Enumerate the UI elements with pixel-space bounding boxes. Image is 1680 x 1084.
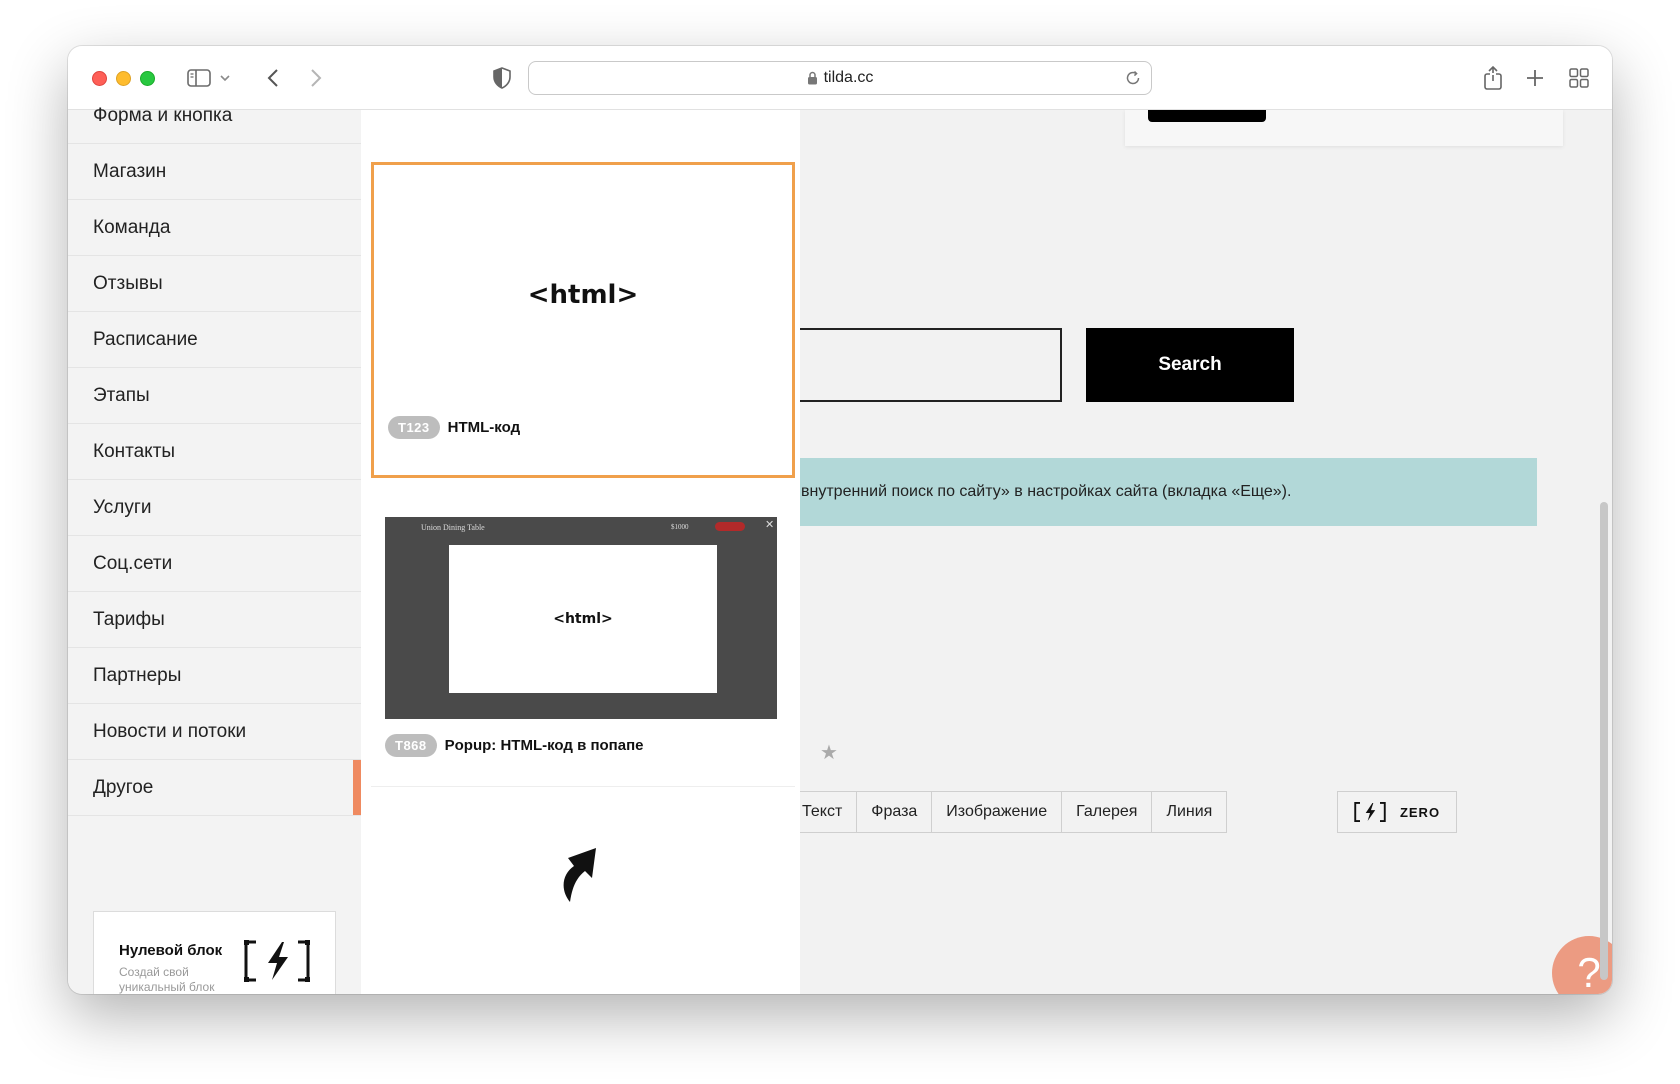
block-preview: <html>: [527, 280, 639, 310]
url-text: tilda.cc: [823, 69, 874, 86]
plus-icon[interactable]: [1524, 65, 1546, 91]
sidebar-item-label: Магазин: [93, 160, 167, 182]
arrow-cursor-icon: [558, 844, 598, 906]
block-list-panel: <html> T123 HTML-код Union Dining Table …: [361, 110, 800, 994]
sidebar-item-label: Услуги: [93, 496, 152, 518]
sidebar-item-team[interactable]: Команда: [68, 200, 361, 256]
block-code-badge: T868: [385, 734, 437, 757]
sidebar-item-partners[interactable]: Партнеры: [68, 648, 361, 704]
preview-buy-pill: [715, 522, 745, 531]
sidebar-item-label: Команда: [93, 216, 171, 238]
sidebar-item-social[interactable]: Соц.сети: [68, 536, 361, 592]
tab-overview-icon[interactable]: [1567, 65, 1591, 91]
zero-block-subtitle: Создай свой уникальный блок: [119, 965, 215, 994]
preview-product-title: Union Dining Table: [421, 523, 485, 532]
block-tools-bar: Текст Фраза Изображение Галерея Линия: [800, 791, 1228, 833]
preview-html-text: <html>: [449, 545, 717, 693]
page-preview: Search внутренний поиск по сайту» в наст…: [800, 110, 1612, 994]
sidebar-item-label: Другое: [93, 776, 154, 798]
block-preview: Union Dining Table $1000 ✕ <html>: [385, 517, 777, 719]
page-scrollbar[interactable]: [1600, 502, 1608, 980]
shield-icon[interactable]: [491, 65, 513, 91]
sidebar-item-steps[interactable]: Этапы: [68, 368, 361, 424]
share-icon[interactable]: [1481, 65, 1505, 91]
sidebar-item-other[interactable]: Другое: [68, 760, 361, 816]
sidebar-item-label: Партнеры: [93, 664, 182, 686]
tool-phrase-button[interactable]: Фраза: [856, 791, 933, 833]
preview-product-price: $1000: [671, 523, 689, 531]
minimize-window-button[interactable]: [116, 71, 131, 86]
sidebar-item-form-and-button[interactable]: Форма и кнопка: [68, 88, 361, 144]
sidebar-item-news[interactable]: Новости и потоки: [68, 704, 361, 760]
block-name: HTML-код: [447, 419, 521, 436]
block-code-badge: T123: [388, 416, 440, 439]
block-card-label: T868 Popup: HTML-код в попапе: [385, 734, 644, 757]
lock-icon: [807, 71, 818, 85]
sidebar-item-label: Тарифы: [93, 608, 165, 630]
lightning-frame-icon: [244, 940, 310, 986]
sidebar-item-label: Отзывы: [93, 272, 163, 294]
sidebar-item-pricing[interactable]: Тарифы: [68, 592, 361, 648]
sidebar-item-label: Этапы: [93, 384, 150, 406]
sidebar-item-schedule[interactable]: Расписание: [68, 312, 361, 368]
notice-banner: внутренний поиск по сайту» в настройках …: [800, 458, 1537, 526]
sidebar-item-label: Форма и кнопка: [93, 104, 233, 126]
sidebar-item-reviews[interactable]: Отзывы: [68, 256, 361, 312]
sidebar-item-label: Расписание: [93, 328, 198, 350]
zero-button-label: ZERO: [1399, 804, 1441, 820]
zero-button[interactable]: ZERO: [1337, 791, 1457, 833]
zero-block-title: Нулевой блок: [119, 942, 223, 959]
reload-icon[interactable]: [1125, 70, 1141, 91]
sidebar-item-label: Контакты: [93, 440, 176, 462]
zoom-window-button[interactable]: [140, 71, 155, 86]
sidebar-item-contacts[interactable]: Контакты: [68, 424, 361, 480]
block-card-t868[interactable]: Union Dining Table $1000 ✕ <html> T868 P…: [371, 501, 795, 791]
block-card-t123[interactable]: <html> T123 HTML-код: [371, 162, 795, 478]
close-icon: ✕: [765, 518, 775, 531]
zero-block-card[interactable]: Нулевой блок Создай свой уникальный блок: [93, 911, 336, 994]
block-category-sidebar: Форма и кнопка Магазин Команда Отзывы Ра…: [68, 105, 361, 994]
block-name: Popup: HTML-код в попапе: [444, 737, 644, 754]
tool-line-button[interactable]: Линия: [1151, 791, 1228, 833]
close-window-button[interactable]: [92, 71, 107, 86]
sidebar-item-label: Новости и потоки: [93, 720, 247, 742]
address-bar[interactable]: tilda.cc: [528, 61, 1152, 95]
tool-gallery-button[interactable]: Галерея: [1061, 791, 1153, 833]
block-card-label: T123 HTML-код: [388, 416, 520, 439]
active-indicator: [353, 760, 361, 815]
lightning-frame-icon: [1354, 802, 1386, 822]
sidebar-item-services[interactable]: Услуги: [68, 480, 361, 536]
search-button[interactable]: Search: [1086, 328, 1294, 402]
block-divider: [371, 786, 795, 787]
tool-text-button[interactable]: Текст: [800, 791, 858, 833]
top-card-button[interactable]: [1148, 110, 1266, 122]
sidebar-item-shop[interactable]: Магазин: [68, 144, 361, 200]
tool-image-button[interactable]: Изображение: [931, 791, 1063, 833]
search-input[interactable]: [800, 328, 1062, 402]
star-icon[interactable]: ★: [820, 740, 838, 764]
page-top-card: [1125, 110, 1563, 146]
sidebar-item-label: Соц.сети: [93, 552, 173, 574]
browser-window: tilda.cc Форма и кнопка Магазин Команда …: [68, 46, 1612, 994]
